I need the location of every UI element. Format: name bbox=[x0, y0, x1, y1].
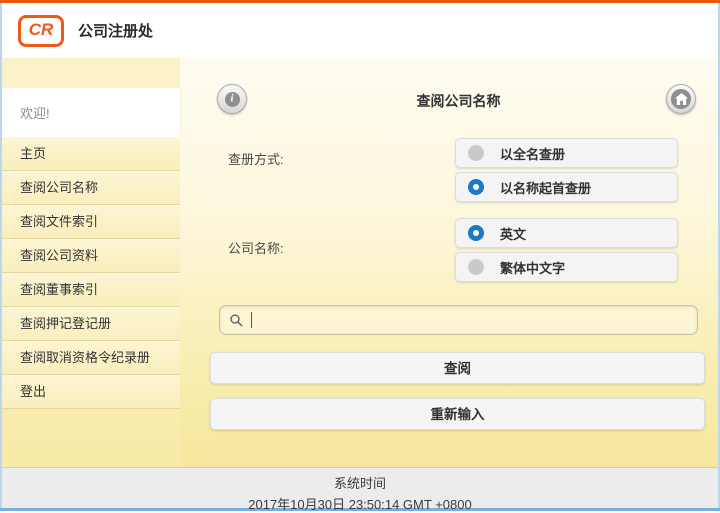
system-time-label: 系统时间 bbox=[333, 476, 386, 491]
welcome-text: 欢迎! bbox=[20, 106, 50, 121]
search-mode-label: 查册方式: bbox=[228, 152, 284, 167]
sidebar-item-document-index[interactable]: 查阅文件索引 bbox=[2, 205, 180, 239]
company-name-group: 英文 繁体中文字 bbox=[455, 218, 678, 286]
sidebar-item-search-company-name[interactable]: 查阅公司名称 bbox=[2, 171, 180, 205]
sidebar-item-home[interactable]: 主页 bbox=[2, 137, 180, 171]
home-button[interactable] bbox=[666, 84, 696, 114]
page-title: 查阅公司名称 bbox=[416, 93, 501, 109]
cr-logo-text: CR bbox=[28, 19, 54, 39]
radio-option-label: 以名称起首查册 bbox=[500, 180, 592, 196]
radio-name-starting-icon[interactable] bbox=[468, 179, 484, 195]
radio-full-name-icon[interactable] bbox=[468, 145, 484, 161]
sidebar-item-company-particulars[interactable]: 查阅公司资料 bbox=[2, 239, 180, 273]
radio-option-name-starting[interactable]: 以名称起首查册 bbox=[455, 172, 678, 202]
search-button[interactable]: 查阅 bbox=[210, 352, 705, 384]
search-icon bbox=[230, 313, 243, 326]
sidebar: 欢迎! 主页 查阅公司名称 查阅文件索引 查阅公司资料 查阅董事索引 查阅押记登… bbox=[2, 58, 180, 467]
system-time-value: 2017年10月30日 23:50:14 GMT +0800 bbox=[248, 497, 472, 512]
sidebar-item-directors-index[interactable]: 查阅董事索引 bbox=[2, 273, 180, 307]
radio-english-icon[interactable] bbox=[468, 225, 484, 241]
home-icon bbox=[671, 89, 691, 109]
reset-button[interactable]: 重新输入 bbox=[210, 398, 705, 430]
company-name-search-box bbox=[219, 305, 698, 335]
company-name-label: 公司名称: bbox=[228, 241, 284, 256]
search-mode-group: 以全名查册 以名称起首查册 bbox=[455, 138, 678, 206]
app-title: 公司注册处 bbox=[78, 23, 154, 40]
radio-traditional-chinese-icon[interactable] bbox=[468, 259, 484, 275]
search-input[interactable] bbox=[252, 306, 697, 334]
content-area: 欢迎! 主页 查阅公司名称 查阅文件索引 查阅公司资料 查阅董事索引 查阅押记登… bbox=[2, 58, 718, 467]
sidebar-menu: 主页 查阅公司名称 查阅文件索引 查阅公司资料 查阅董事索引 查阅押记登记册 查… bbox=[2, 137, 180, 409]
app-header: CR 公司注册处 bbox=[2, 3, 718, 58]
radio-option-label: 英文 bbox=[500, 226, 527, 242]
main-panel: i 查阅公司名称 查册方式: 以全名查册 以名称起首查册 公司名称: 英文 繁体… bbox=[210, 58, 707, 467]
radio-option-label: 以全名查册 bbox=[500, 146, 566, 162]
sidebar-item-disqualification-orders[interactable]: 查阅取消资格令纪录册 bbox=[2, 341, 180, 375]
cr-logo: CR bbox=[18, 14, 64, 47]
sidebar-item-register-of-charges[interactable]: 查阅押记登记册 bbox=[2, 307, 180, 341]
sidebar-item-logout[interactable]: 登出 bbox=[2, 375, 180, 409]
radio-option-label: 繁体中文字 bbox=[500, 260, 566, 276]
radio-option-full-name[interactable]: 以全名查册 bbox=[455, 138, 678, 168]
welcome-banner: 欢迎! bbox=[2, 88, 180, 137]
radio-option-traditional-chinese[interactable]: 繁体中文字 bbox=[455, 252, 678, 282]
radio-option-english[interactable]: 英文 bbox=[455, 218, 678, 248]
footer: 系统时间 2017年10月30日 23:50:14 GMT +0800 bbox=[2, 467, 718, 512]
